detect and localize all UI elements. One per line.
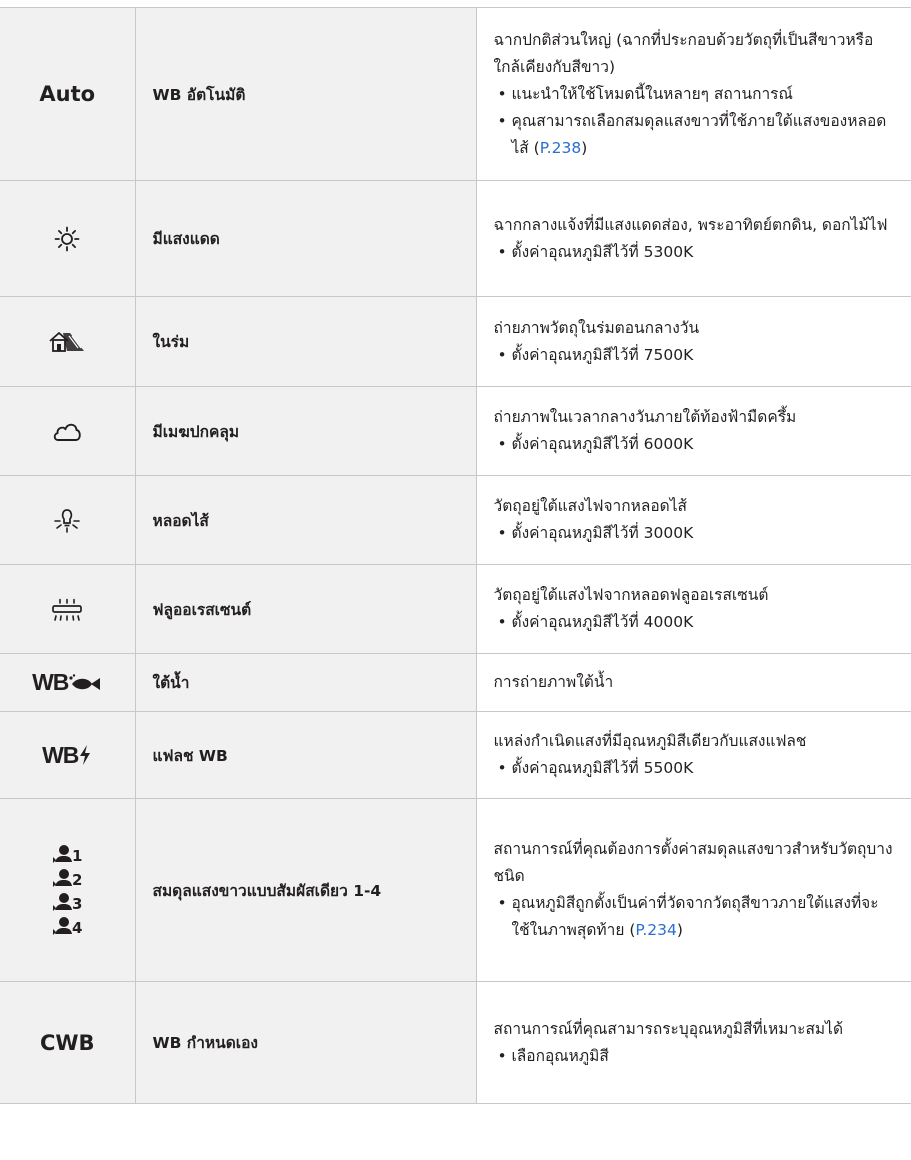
bullet-item: ตั้งค่าอุณหภูมิสีไว้ที่ 7500K [498,342,896,369]
description-text: แหล่งกำเนิดแสงที่มีอุณหภูมิสีเดียวกับแสง… [493,732,807,750]
table-row-underwater: WB ใต้น้ำ การถ่ายภาพใต้น้ำ [0,653,911,712]
fish-icon [69,673,101,690]
bullet-item: แนะนำให้ใช้โหมดนี้ในหลายๆ สถานการณ์ [498,81,896,108]
bullet-text: แนะนำให้ใช้โหมดนี้ในหลายๆ สถานการณ์ [511,84,793,103]
mode-name: มีเมฆปกคลุม [134,386,477,476]
mode-name: หลอดไส้ [134,475,477,565]
mode-description: ฉากปกติส่วนใหญ่ (ฉากที่ประกอบด้วยวัตถุที… [475,7,911,181]
page-link[interactable]: P.234 [635,921,676,939]
table-row-fluorescent: ฟลูออเรสเซนต์ วัตถุอยู่ใต้แสงไฟจากหลอดฟล… [0,564,911,654]
underwater-wb-icon: WB [32,669,102,696]
mode-name: WB กำหนดเอง [134,981,477,1104]
bullet-item: อุณหภูมิสีถูกตั้งเป็นค่าที่วัดจากวัตถุสี… [498,890,896,944]
bullet-item: เลือกอุณหภูมิสี [498,1043,896,1070]
bullet-text-end: ) [581,138,588,157]
mode-description: วัตถุอยู่ใต้แสงไฟจากหลอดฟลูออเรสเซนต์ ตั… [475,564,911,654]
mode-description: แหล่งกำเนิดแสงที่มีอุณหภูมิสีเดียวกับแสง… [475,711,911,799]
cwb-label: CWB [0,981,136,1104]
page-link[interactable]: P.238 [540,139,581,157]
description-text: ฉากกลางแจ้งที่มีแสงแดดส่อง, พระอาทิตย์ตก… [493,215,888,234]
incandescent-icon [54,509,81,533]
auto-label: Auto [0,7,136,181]
bullet-item: ตั้งค่าอุณหภูมิสีไว้ที่ 4000K [498,609,896,636]
bullet-item: ตั้งค่าอุณหภูมิสีไว้ที่ 5500K [498,755,896,782]
mode-name: ใต้น้ำ [134,653,477,712]
preset-number: 4 [72,919,83,937]
table-row-cloudy: มีเมฆปกคลุม ถ่ายภาพในเวลากลางวันภายใต้ท้… [0,386,911,476]
preset-number: 2 [72,871,83,889]
white-balance-table: Auto WB อัตโนมัติ ฉากปกติส่วนใหญ่ (ฉากที… [0,7,911,1104]
description-text: วัตถุอยู่ใต้แสงไฟจากหลอดฟลูออเรสเซนต์ [493,586,769,604]
table-row-shade: ในร่ม ถ่ายภาพวัตถุในร่มตอนกลางวัน ตั้งค่… [0,296,911,387]
description-text: สถานการณ์ที่คุณต้องการตั้งค่าสมดุลแสงขาว… [493,840,893,885]
description-text: ถ่ายภาพวัตถุในร่มตอนกลางวัน [493,318,700,337]
mode-description: การถ่ายภาพใต้น้ำ [475,653,911,712]
shade-icon [49,332,85,352]
mode-name: ในร่ม [134,296,477,387]
bullet-text: อุณหภูมิสีถูกตั้งเป็นค่าที่วัดจากวัตถุสี… [511,894,879,939]
cloudy-icon [54,423,82,441]
sunny-icon [54,226,80,251]
one-touch-2-icon: 2 [52,868,82,888]
table-row-flash: WB แฟลช WB แหล่งกำเนิดแสงที่มีอุณหภูมิสี… [0,711,911,799]
mode-description: วัตถุอยู่ใต้แสงไฟจากหลอดไส้ ตั้งค่าอุณหภ… [475,475,911,565]
description-text: ถ่ายภาพในเวลากลางวันภายใต้ท้องฟ้ามืดครึ้… [493,408,797,426]
mode-name: WB อัตโนมัติ [134,7,477,181]
description-text: สถานการณ์ที่คุณสามารถระบุอุณหภูมิสีที่เห… [493,1019,844,1038]
mode-description: ฉากกลางแจ้งที่มีแสงแดดส่อง, พระอาทิตย์ตก… [475,180,911,297]
bullet-item: ตั้งค่าอุณหภูมิสีไว้ที่ 5300K [498,239,896,266]
wb-text: WB [32,669,69,695]
one-touch-3-icon: 3 [52,892,82,912]
one-touch-1-icon: 1 [52,844,82,864]
fluorescent-icon [52,598,83,621]
mode-description: สถานการณ์ที่คุณสามารถระบุอุณหภูมิสีที่เห… [475,981,911,1104]
mode-name: ฟลูออเรสเซนต์ [134,564,477,654]
lightning-icon [80,745,91,765]
description-text: การถ่ายภาพใต้น้ำ [493,673,614,691]
wb-text: WB [42,741,79,768]
mode-name: สมดุลแสงขาวแบบสัมผัสเดียว 1-4 [134,798,477,982]
bullet-text-end: ) [676,921,683,939]
bullet-item: คุณสามารถเลือกสมดุลแสงขาวที่ใช้ภายใต้แสง… [498,108,896,162]
mode-description: ถ่ายภาพในเวลากลางวันภายใต้ท้องฟ้ามืดครึ้… [475,386,911,476]
mode-name: แฟลช WB [134,711,477,799]
table-row-sunny: มีแสงแดด ฉากกลางแจ้งที่มีแสงแดดส่อง, พระ… [0,180,911,297]
mode-description: ถ่ายภาพวัตถุในร่มตอนกลางวัน ตั้งค่าอุณหภ… [475,296,911,387]
table-row-auto: Auto WB อัตโนมัติ ฉากปกติส่วนใหญ่ (ฉากที… [0,7,911,181]
preset-number: 3 [72,895,83,913]
table-row-one-touch: 1 2 3 4 สมดุลแสงขาวแบบสัมผัสเดียว 1-4 สถ… [0,798,911,982]
bullet-item: ตั้งค่าอุณหภูมิสีไว้ที่ 3000K [498,520,896,547]
flash-wb-icon: WB [42,742,92,769]
description-text: ฉากปกติส่วนใหญ่ (ฉากที่ประกอบด้วยวัตถุที… [493,30,874,76]
mode-name: มีแสงแดด [134,180,477,297]
one-touch-wb-icon: 1 2 3 4 [52,844,82,936]
mode-description: สถานการณ์ที่คุณต้องการตั้งค่าสมดุลแสงขาว… [475,798,911,982]
preset-number: 1 [72,847,83,865]
description-text: วัตถุอยู่ใต้แสงไฟจากหลอดไส้ [493,497,688,515]
table-row-incandescent: หลอดไส้ วัตถุอยู่ใต้แสงไฟจากหลอดไส้ ตั้ง… [0,475,911,565]
bullet-item: ตั้งค่าอุณหภูมิสีไว้ที่ 6000K [498,431,896,458]
table-row-custom-wb: CWB WB กำหนดเอง สถานการณ์ที่คุณสามารถระบ… [0,981,911,1104]
one-touch-4-icon: 4 [52,916,82,936]
